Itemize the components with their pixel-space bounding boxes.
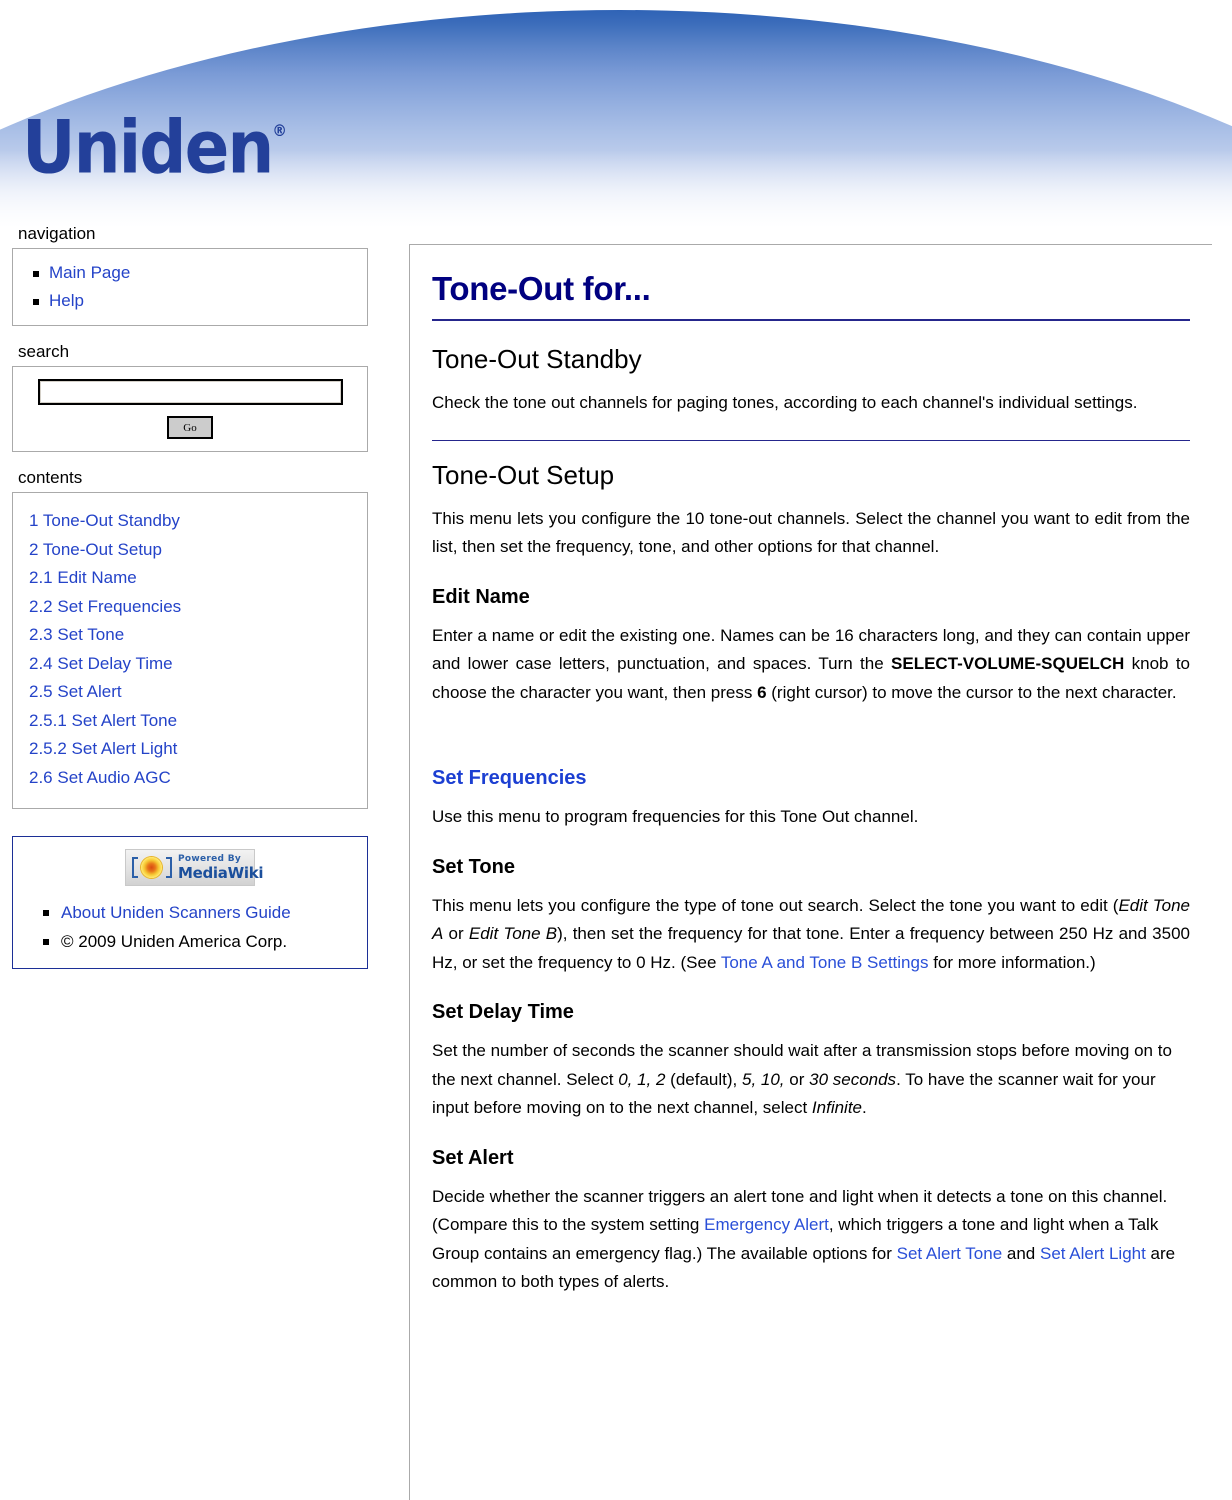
link-emergency-alert[interactable]: Emergency Alert	[704, 1215, 829, 1234]
list-item[interactable]: 1 Tone-Out Standby	[29, 507, 361, 536]
paragraph-set-alert: Decide whether the scanner triggers an a…	[432, 1183, 1190, 1297]
contents-portlet: contents 1 Tone-Out Standby 2 Tone-Out S…	[0, 468, 390, 809]
toc-item-2-3[interactable]: 2.3 Set Tone	[29, 625, 124, 644]
section-heading-set-delay-time: Set Delay Time	[432, 1001, 574, 1023]
list-item[interactable]: 2.6 Set Audio AGC	[29, 764, 361, 793]
italic-delay-30-seconds: 30 seconds	[809, 1069, 897, 1089]
sidebar-item-help[interactable]: Help	[49, 291, 84, 310]
section-heading-edit-name: Edit Name	[432, 585, 530, 608]
text-fragment: (default),	[665, 1069, 742, 1089]
paragraph-edit-name: Enter a name or edit the existing one. N…	[432, 622, 1190, 708]
contents-portlet-title: contents	[18, 468, 83, 487]
search-input[interactable]	[37, 379, 343, 405]
powered-by-mediawiki-icon[interactable]: Powered By MediaWiki	[125, 849, 264, 886]
navigation-list: Main Page Help	[19, 259, 361, 315]
search-go-button[interactable]: Go	[167, 416, 213, 439]
toc-item-2-5-1[interactable]: 2.5.1 Set Alert Tone	[29, 711, 177, 730]
list-item[interactable]: Main Page	[19, 259, 361, 287]
italic-infinite: Infinite	[811, 1098, 863, 1117]
bracket-left-icon	[132, 857, 138, 878]
search-portlet-title: search	[18, 342, 70, 361]
uniden-logo-text: Uniden	[22, 105, 274, 191]
registered-trademark-icon: ®	[272, 120, 287, 141]
link-tone-a-and-tone-b-settings[interactable]: Tone A and Tone B Settings	[721, 953, 929, 972]
search-row: Go	[19, 379, 361, 439]
vertical-spacer	[432, 707, 1190, 743]
toc-item-2-5[interactable]: 2.5 Set Alert	[29, 682, 122, 701]
paragraph-tone-out-setup: This menu lets you configure the 10 tone…	[432, 508, 1190, 557]
footer-link-about[interactable]: About Uniden Scanners Guide	[61, 903, 291, 922]
link-set-alert-light[interactable]: Set Alert Light	[1040, 1244, 1146, 1263]
text-fragment: .	[862, 1098, 867, 1117]
section-heading-set-alert: Set Alert	[432, 1146, 514, 1169]
uniden-logo[interactable]: Uniden®	[22, 111, 287, 185]
navigation-portlet-body: Main Page Help	[12, 248, 368, 326]
text-fragment: (right cursor) to move the cursor to the…	[766, 682, 1177, 702]
text-fragment: This menu lets you configure the type of…	[432, 895, 1119, 915]
navigation-portlet: navigation Main Page Help	[0, 224, 390, 326]
section-heading-set-tone: Set Tone	[432, 855, 515, 878]
list-item[interactable]: About Uniden Scanners Guide	[19, 898, 361, 927]
list-item[interactable]: 2.2 Set Frequencies	[29, 593, 361, 622]
sidebar-item-main-page[interactable]: Main Page	[49, 263, 130, 282]
footer-copyright: © 2009 Uniden America Corp.	[61, 932, 288, 951]
bold-select-volume-squelch: SELECT-VOLUME-SQUELCH	[891, 654, 1125, 673]
section-heading-tone-out-standby: Tone-Out Standby	[432, 344, 642, 374]
bold-key-6: 6	[757, 682, 767, 702]
toc-item-1[interactable]: 1 Tone-Out Standby	[29, 511, 180, 530]
list-item[interactable]: 2.3 Set Tone	[29, 621, 361, 650]
paragraph-tone-out-standby: Check the tone out channels for paging t…	[432, 393, 1138, 412]
italic-delay-5-10: 5, 10,	[742, 1069, 785, 1089]
toc-item-2-4[interactable]: 2.4 Set Delay Time	[29, 654, 173, 673]
list-item[interactable]: 2.5 Set Alert	[29, 678, 361, 707]
bracket-right-icon	[166, 857, 172, 878]
toc-item-2-1[interactable]: 2.1 Edit Name	[29, 568, 137, 587]
search-portlet-body: Go	[12, 366, 368, 452]
paragraph-set-delay-time: Set the number of seconds the scanner sh…	[432, 1037, 1190, 1123]
list-item[interactable]: 2.1 Edit Name	[29, 564, 361, 593]
link-set-alert-tone[interactable]: Set Alert Tone	[897, 1244, 1003, 1263]
list-item[interactable]: 2.4 Set Delay Time	[29, 650, 361, 679]
list-item[interactable]: 2.5.2 Set Alert Light	[29, 735, 361, 764]
text-fragment: and	[1002, 1243, 1040, 1263]
toc-item-2[interactable]: 2 Tone-Out Setup	[29, 540, 162, 559]
site-header-banner: Uniden®	[0, 0, 1232, 228]
section-heading-set-frequencies[interactable]: Set Frequencies	[432, 765, 1190, 791]
toc-item-2-5-2[interactable]: 2.5.2 Set Alert Light	[29, 739, 177, 758]
italic-edit-tone-b: Edit Tone B	[468, 924, 558, 943]
italic-delay-0-1-2: 0, 1, 2	[618, 1069, 666, 1089]
sidebar: navigation Main Page Help search Go cont…	[0, 224, 390, 969]
footer-list: About Uniden Scanners Guide © 2009 Unide…	[19, 898, 361, 956]
list-item[interactable]: 2 Tone-Out Setup	[29, 536, 361, 565]
toc-item-2-6[interactable]: 2.6 Set Audio AGC	[29, 768, 171, 787]
table-of-contents-list: 1 Tone-Out Standby 2 Tone-Out Setup 2.1 …	[29, 507, 361, 792]
sidebar-footer-portlet: Powered By MediaWiki About Uniden Scanne…	[12, 836, 368, 969]
sunflower-icon	[141, 857, 162, 878]
mediawiki-logo-top-text: Powered By	[178, 854, 242, 864]
page-title: Tone-Out for...	[432, 269, 1190, 321]
list-item[interactable]: 2.5.1 Set Alert Tone	[29, 707, 361, 736]
mediawiki-logo-wrap: Powered By MediaWiki	[19, 847, 361, 892]
mediawiki-logo-bottom-text: MediaWiki	[178, 864, 264, 882]
main-content-area: Tone-Out for... Tone-Out Standby Check t…	[409, 244, 1212, 1500]
section-heading-tone-out-setup: Tone-Out Setup	[432, 439, 1190, 493]
text-fragment: for more information.)	[928, 952, 1096, 972]
text-fragment: or	[443, 924, 469, 943]
contents-portlet-body: 1 Tone-Out Standby 2 Tone-Out Setup 2.1 …	[12, 492, 368, 809]
navigation-portlet-title: navigation	[18, 224, 96, 243]
paragraph-set-frequencies: Use this menu to program frequencies for…	[432, 807, 919, 826]
paragraph-set-tone: This menu lets you configure the type of…	[432, 892, 1190, 978]
toc-item-2-2[interactable]: 2.2 Set Frequencies	[29, 597, 181, 616]
list-item: © 2009 Uniden America Corp.	[19, 927, 361, 956]
search-portlet: search Go	[0, 342, 390, 452]
list-item[interactable]: Help	[19, 287, 361, 315]
text-fragment: or	[784, 1069, 810, 1089]
